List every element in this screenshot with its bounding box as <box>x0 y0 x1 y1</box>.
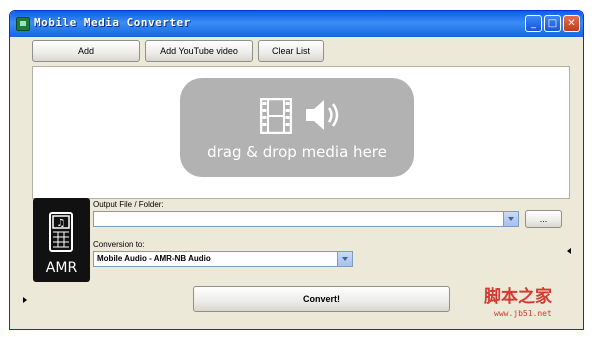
speaker-icon <box>306 100 339 130</box>
output-label: Output File / Folder: <box>93 200 164 209</box>
conversion-selected: Mobile Audio - AMR-NB Audio <box>97 254 211 263</box>
output-path-combo[interactable] <box>93 211 519 227</box>
convert-button[interactable]: Convert! <box>193 286 450 312</box>
conversion-label: Conversion to: <box>93 240 145 249</box>
format-label: AMR <box>45 260 78 276</box>
watermark-url: www.jb51.net <box>494 309 552 318</box>
expand-arrow-icon[interactable] <box>23 297 27 303</box>
phone-grid-icon: ♫ <box>49 212 73 252</box>
title-bar[interactable]: Mobile Media Converter _ □ ✕ <box>10 11 583 37</box>
conversion-select[interactable]: Mobile Audio - AMR-NB Audio <box>93 251 353 267</box>
app-icon <box>16 17 30 31</box>
add-youtube-button[interactable]: Add YouTube video <box>145 40 253 62</box>
format-preview-icon: ♫ AMR <box>33 198 90 282</box>
close-button[interactable]: ✕ <box>563 15 580 32</box>
media-drop-zone[interactable]: drag & drop media here <box>32 66 570 199</box>
watermark-logo: 脚本之家 <box>484 287 552 307</box>
browse-button[interactable]: ... <box>525 210 562 228</box>
maximize-button[interactable]: □ <box>544 15 561 32</box>
film-icon <box>260 98 292 134</box>
drop-hint: drag & drop media here <box>207 143 387 161</box>
drop-panel: drag & drop media here <box>180 78 414 177</box>
window-title: Mobile Media Converter <box>34 16 191 29</box>
chevron-down-icon[interactable] <box>337 252 352 266</box>
chevron-down-icon[interactable] <box>503 212 518 226</box>
clear-list-button[interactable]: Clear List <box>258 40 324 62</box>
collapse-arrow-icon[interactable] <box>567 248 571 254</box>
add-button[interactable]: Add <box>32 40 140 62</box>
minimize-button[interactable]: _ <box>525 15 542 32</box>
svg-text:♫: ♫ <box>57 218 66 229</box>
